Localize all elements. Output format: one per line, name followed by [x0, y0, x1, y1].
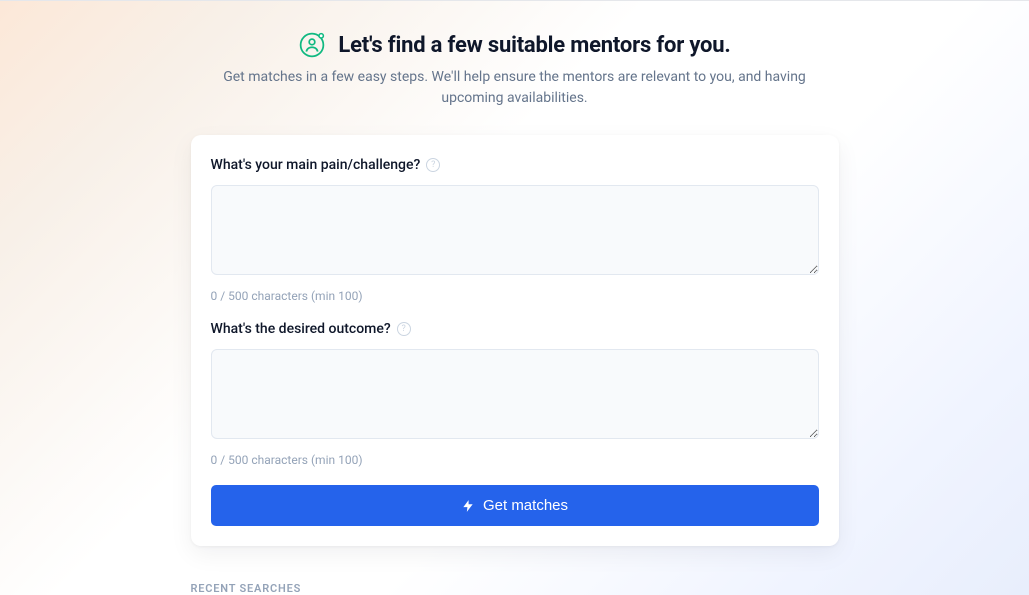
field-label-row: What's the desired outcome? ? [211, 321, 819, 337]
get-matches-button[interactable]: Get matches [211, 485, 819, 526]
bolt-icon [461, 499, 475, 513]
field-group-challenge: What's your main pain/challenge? ? 0 / 5… [211, 157, 819, 303]
field-label-row: What's your main pain/challenge? ? [211, 157, 819, 173]
form-card: What's your main pain/challenge? ? 0 / 5… [191, 135, 839, 546]
recent-searches-heading: RECENT SEARCHES [191, 582, 839, 595]
title-row: Let's find a few suitable mentors for yo… [191, 31, 839, 59]
challenge-counter: 0 / 500 characters (min 100) [211, 289, 819, 303]
challenge-input[interactable] [211, 185, 819, 275]
help-icon[interactable]: ? [397, 322, 411, 336]
help-icon[interactable]: ? [426, 158, 440, 172]
page-container: Let's find a few suitable mentors for yo… [191, 31, 839, 595]
outcome-label: What's the desired outcome? [211, 321, 391, 337]
page-title: Let's find a few suitable mentors for yo… [338, 33, 730, 58]
outcome-input[interactable] [211, 349, 819, 439]
page-subtitle: Get matches in a few easy steps. We'll h… [191, 67, 839, 109]
page-header: Let's find a few suitable mentors for yo… [191, 31, 839, 109]
field-group-outcome: What's the desired outcome? ? 0 / 500 ch… [211, 321, 819, 467]
outcome-counter: 0 / 500 characters (min 100) [211, 453, 819, 467]
profile-search-icon [298, 31, 326, 59]
challenge-label: What's your main pain/challenge? [211, 157, 421, 173]
